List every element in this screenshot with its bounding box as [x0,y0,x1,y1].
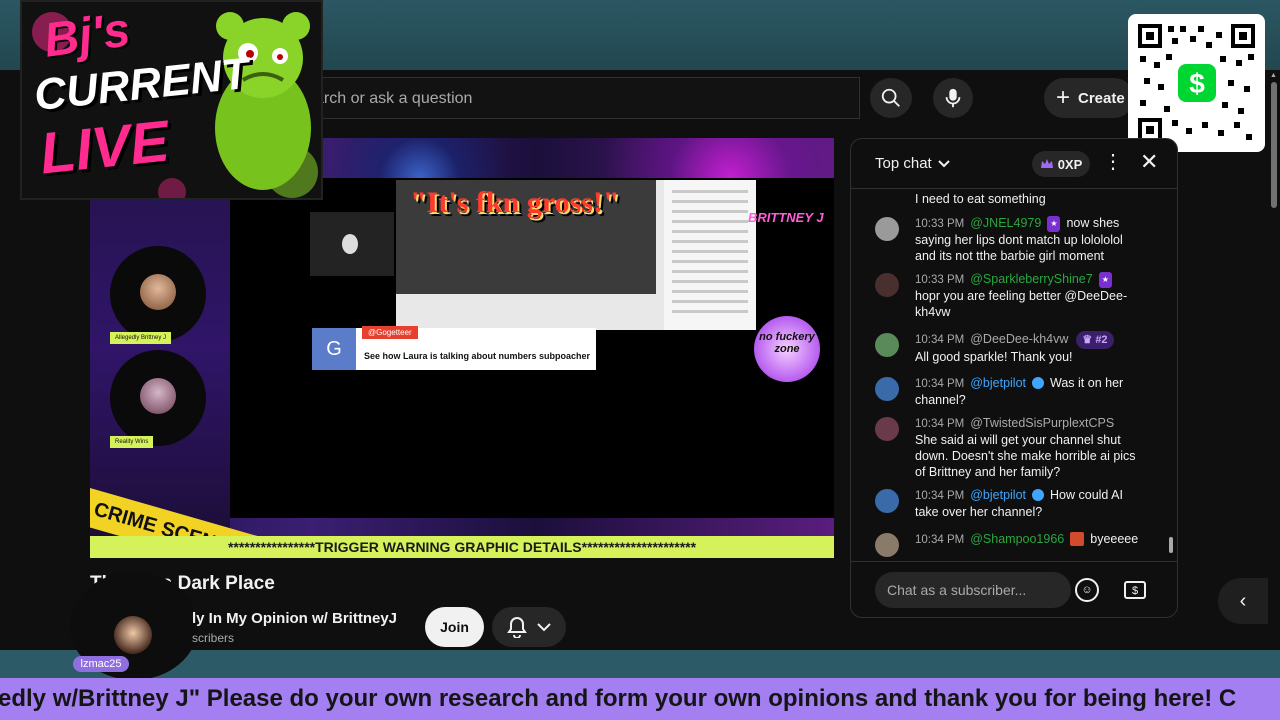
svg-text:$: $ [1132,585,1138,597]
create-label: Create [1078,89,1125,107]
chevron-down-icon [537,623,551,632]
chat-input-area: Chat as a subscriber... ☺ $ [851,561,1177,617]
ticker-text: edly w/Brittney J" Please do your own re… [0,685,1237,712]
scroll-up-icon[interactable]: ▲ [1270,72,1277,79]
voice-search-button[interactable] [933,78,973,118]
chat-scrollbar[interactable] [1169,191,1173,557]
chat-mode-dropdown[interactable]: Top chat [875,155,950,172]
avatar[interactable] [875,489,899,513]
collapse-sidebar-button[interactable]: ‹ [1218,578,1268,624]
message-author[interactable]: @DeeDee-kh4vw [970,332,1068,346]
message-time: 10:34 PM [915,418,965,430]
more-options-icon[interactable]: ⋮ [1103,152,1123,172]
message-text: I need to eat something [915,192,1046,206]
message-time: 10:34 PM [915,378,965,390]
guest-avatar-2 [110,350,206,446]
comment-text: See how Laura is talking about numbers s… [364,351,591,361]
chat-mode-label: Top chat [875,155,932,172]
xp-badge[interactable]: 0XP [1032,151,1090,177]
search-placeholder: arch or ask a question [315,90,473,107]
guest-avatar-1 [110,246,206,342]
search-icon [881,88,900,107]
join-button[interactable]: Join [425,607,484,647]
brittney-tag: BRITTNEY J [748,210,824,225]
create-button[interactable]: + Create [1044,78,1134,118]
chat-input[interactable]: Chat as a subscriber... [875,572,1071,608]
page-scrollbar[interactable]: ▲ [1268,70,1280,650]
trigger-warning-bar: ****************TRIGGER WARNING GRAPHIC … [90,536,834,558]
rank-value: #2 [1095,334,1108,346]
avatar[interactable] [875,273,899,297]
verified-icon [1032,489,1045,501]
message-time: 10:33 PM [915,274,965,286]
message-time: 10:34 PM [915,534,965,546]
logo-text-3: LIVE [36,108,172,187]
scrollbar-thumb[interactable] [1271,82,1277,208]
overlay-user-tag: lzmac25 [73,656,129,672]
super-chat-button[interactable]: $ [1121,576,1149,604]
message-author[interactable]: @Shampoo1966 [970,532,1064,546]
message-text: She said ai will get your channel shut d… [915,433,1136,479]
commenter-name: @Gogetteer [362,326,418,339]
avatar[interactable] [875,217,899,241]
avatar[interactable] [875,533,899,557]
plus-icon: + [1056,84,1071,111]
highlighted-comment: G @Gogetteer See how Laura is talking ab… [312,326,596,370]
bottom-ticker: edly w/Brittney J" Please do your own re… [0,678,1280,720]
webcam-feed [310,212,394,276]
xp-value: 0XP [1057,156,1083,172]
message-time: 10:33 PM [915,218,965,230]
avatar[interactable] [875,417,899,441]
microphone-icon [945,88,961,108]
message-author[interactable]: @JNEL4979 [970,216,1041,230]
chevron-down-icon [938,159,950,167]
message-text: hopr you are feeling better @DeeDee-kh4v… [915,289,1128,319]
member-badge-icon: ★ [1098,272,1112,288]
chat-header: Top chat 0XP ⋮ ✕ [851,139,1177,189]
qr-code-icon: $ [1138,24,1255,142]
subscriber-count: scribers [192,631,235,645]
message-time: 10:34 PM [915,490,965,502]
message-text: byeeeee [1090,532,1139,546]
message-time: 10:34 PM [915,334,965,346]
verified-icon [1032,377,1045,389]
close-icon[interactable]: ✕ [1140,151,1158,173]
message-author[interactable]: @bjetpilot [970,376,1026,390]
search-button[interactable] [870,78,912,118]
video-player[interactable]: Allegedly Brittney J Reality Wins "It's … [90,138,834,558]
rank-badge: ♛ #2 [1076,331,1114,349]
bell-icon [507,616,527,638]
guest-label-2: Reality Wins [110,436,154,448]
crown-icon [1040,159,1053,168]
banner-headline: "It's fkn gross!" [410,186,620,219]
guest-label-1: Allegedly Brittney J [110,332,172,344]
chevron-left-icon: ‹ [1239,589,1247,612]
commenter-initial: G [312,328,356,370]
avatar[interactable] [875,377,899,401]
emote-icon [1070,532,1085,546]
cashapp-qr-code: $ [1128,14,1265,152]
stream-logo: Bj's CURRENT LIVE [20,0,323,200]
chat-messages: I need to eat something 10:33 PM @JNEL497… [851,189,1177,559]
channel-name[interactable]: ly In My Opinion w/ BrittneyJ [192,610,397,627]
live-chat: Top chat 0XP ⋮ ✕ I need to eat something… [850,138,1178,618]
member-badge-icon: ★ [1047,216,1061,232]
search-input[interactable]: arch or ask a question [300,77,860,119]
svg-text:$: $ [1189,68,1205,99]
notifications-button[interactable] [492,607,566,647]
no-zone-badge: no fuckery zone [754,316,820,382]
message-author[interactable]: @SparkleberryShine7 [970,272,1092,286]
message-author[interactable]: @bjetpilot [970,488,1026,502]
gummy-bear-icon [215,12,311,190]
emoji-icon[interactable]: ☺ [1075,578,1099,602]
message-text: All good sparkle! Thank you! [915,350,1073,364]
super-chat-icon: $ [1124,581,1146,599]
avatar[interactable] [875,333,899,357]
message-author[interactable]: @TwistedSisPurplextCPS [970,416,1114,430]
